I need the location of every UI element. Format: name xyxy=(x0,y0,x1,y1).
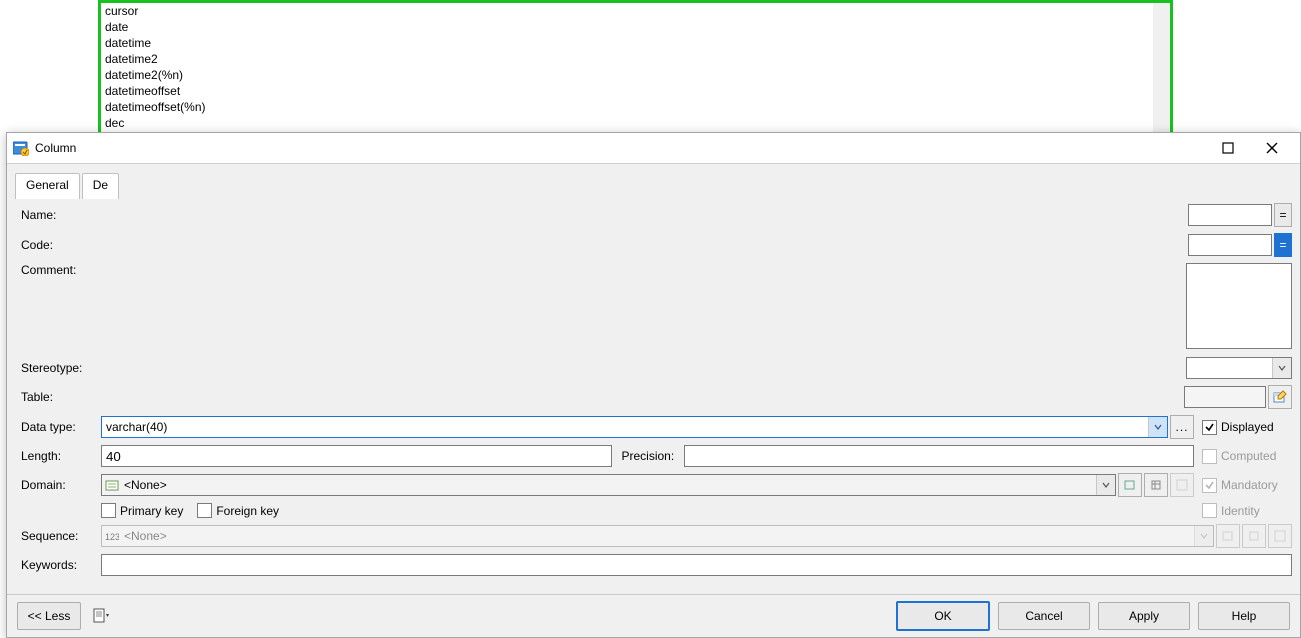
foreign-key-label: Foreign key xyxy=(216,504,279,518)
identity-checkbox: Identity xyxy=(1202,503,1292,518)
datatype-option[interactable]: date xyxy=(101,19,1152,35)
tab-general[interactable]: General xyxy=(15,173,80,199)
less-button[interactable]: << Less xyxy=(17,602,81,630)
chevron-down-icon[interactable] xyxy=(1148,417,1167,437)
domain-value: <None> xyxy=(120,478,1096,492)
chevron-down-icon xyxy=(1194,526,1213,546)
datatype-option[interactable]: datetimeoffset xyxy=(101,83,1152,99)
page-root: { "window": { "title_prefix": "Column ",… xyxy=(0,0,1301,638)
label-sequence: Sequence: xyxy=(15,529,101,543)
primary-key-label: Primary key xyxy=(120,504,183,518)
mandatory-checkbox: Mandatory xyxy=(1202,478,1292,493)
label-keywords: Keywords: xyxy=(15,558,101,572)
label-stereotype: Stereotype: xyxy=(15,361,101,375)
sequence-value: <None> xyxy=(120,529,1194,543)
domain-action3-button xyxy=(1170,473,1194,497)
code-sync-button[interactable]: = xyxy=(1274,233,1292,257)
identity-label: Identity xyxy=(1221,504,1260,518)
apply-button[interactable]: Apply xyxy=(1098,602,1190,630)
displayed-label: Displayed xyxy=(1221,420,1274,434)
cancel-button[interactable]: Cancel xyxy=(998,602,1090,630)
datatype-value: varchar(40) xyxy=(102,420,1148,434)
tab-detail[interactable]: De xyxy=(82,173,119,199)
datatype-option[interactable]: cursor xyxy=(101,3,1152,19)
svg-text:123: 123 xyxy=(105,532,119,542)
domain-action1-button[interactable] xyxy=(1118,473,1142,497)
label-domain: Domain: xyxy=(15,478,101,492)
name-sync-button[interactable]: = xyxy=(1274,203,1292,227)
comment-input[interactable] xyxy=(1186,263,1292,349)
app-icon xyxy=(13,140,29,156)
domain-icon xyxy=(104,477,120,493)
datatype-browse-button[interactable]: ... xyxy=(1170,415,1194,439)
maximize-button[interactable] xyxy=(1206,134,1250,162)
name-suffix-input[interactable] xyxy=(1188,204,1272,226)
precision-input[interactable] xyxy=(684,445,1195,467)
label-precision: Precision: xyxy=(612,449,684,463)
primary-key-checkbox[interactable]: Primary key xyxy=(101,503,183,518)
label-datatype: Data type: xyxy=(15,420,101,434)
sequence-icon: 123 xyxy=(104,528,120,544)
keywords-input[interactable] xyxy=(101,554,1292,576)
datatype-option[interactable]: datetime xyxy=(101,35,1152,51)
chevron-down-icon[interactable] xyxy=(1096,475,1115,495)
ellipsis-icon: ... xyxy=(1175,420,1188,434)
domain-combo[interactable]: <None> xyxy=(101,474,1116,496)
datatype-option[interactable]: dec xyxy=(101,115,1152,131)
table-properties-button[interactable] xyxy=(1268,385,1292,409)
sequence-action1-button xyxy=(1216,524,1240,548)
datatype-combo[interactable]: varchar(40) xyxy=(101,416,1168,438)
sequence-action2-button xyxy=(1242,524,1266,548)
code-suffix-input[interactable] xyxy=(1188,234,1272,256)
label-code: Code: xyxy=(15,238,101,252)
sequence-action3-button xyxy=(1268,524,1292,548)
stereotype-combo[interactable] xyxy=(1186,357,1292,379)
label-length: Length: xyxy=(15,449,101,463)
foreign-key-checkbox[interactable]: Foreign key xyxy=(197,503,279,518)
table-input xyxy=(1184,386,1266,408)
column-properties-dialog: Column General De Name: = Code: xyxy=(6,132,1301,638)
ok-button[interactable]: OK xyxy=(896,601,990,631)
displayed-checkbox[interactable]: Displayed xyxy=(1202,420,1292,435)
datatype-option[interactable]: datetime2 xyxy=(101,51,1152,67)
titlebar: Column xyxy=(7,133,1300,164)
sequence-combo: 123 <None> xyxy=(101,525,1214,547)
length-input[interactable] xyxy=(101,445,612,467)
datatype-option[interactable]: datetime2(%n) xyxy=(101,67,1152,83)
dialog-bottombar: << Less OK Cancel Apply Help xyxy=(7,594,1300,637)
label-name: Name: xyxy=(15,208,101,222)
tab-strip: General De xyxy=(15,173,119,199)
window-title: Column xyxy=(35,141,76,155)
computed-label: Computed xyxy=(1221,449,1276,463)
label-table: Table: xyxy=(15,390,101,404)
file-dropdown-button[interactable] xyxy=(91,605,113,627)
domain-action2-button[interactable] xyxy=(1144,473,1168,497)
help-button[interactable]: Help xyxy=(1198,602,1290,630)
chevron-down-icon[interactable] xyxy=(1272,358,1291,378)
label-comment: Comment: xyxy=(15,263,101,277)
computed-checkbox: Computed xyxy=(1202,449,1292,464)
datatype-option[interactable]: datetimeoffset(%n) xyxy=(101,99,1152,115)
form-area: Name: = Code: = Comment: Stereotype: xyxy=(15,199,1292,589)
close-button[interactable] xyxy=(1250,134,1294,162)
mandatory-label: Mandatory xyxy=(1221,478,1278,492)
